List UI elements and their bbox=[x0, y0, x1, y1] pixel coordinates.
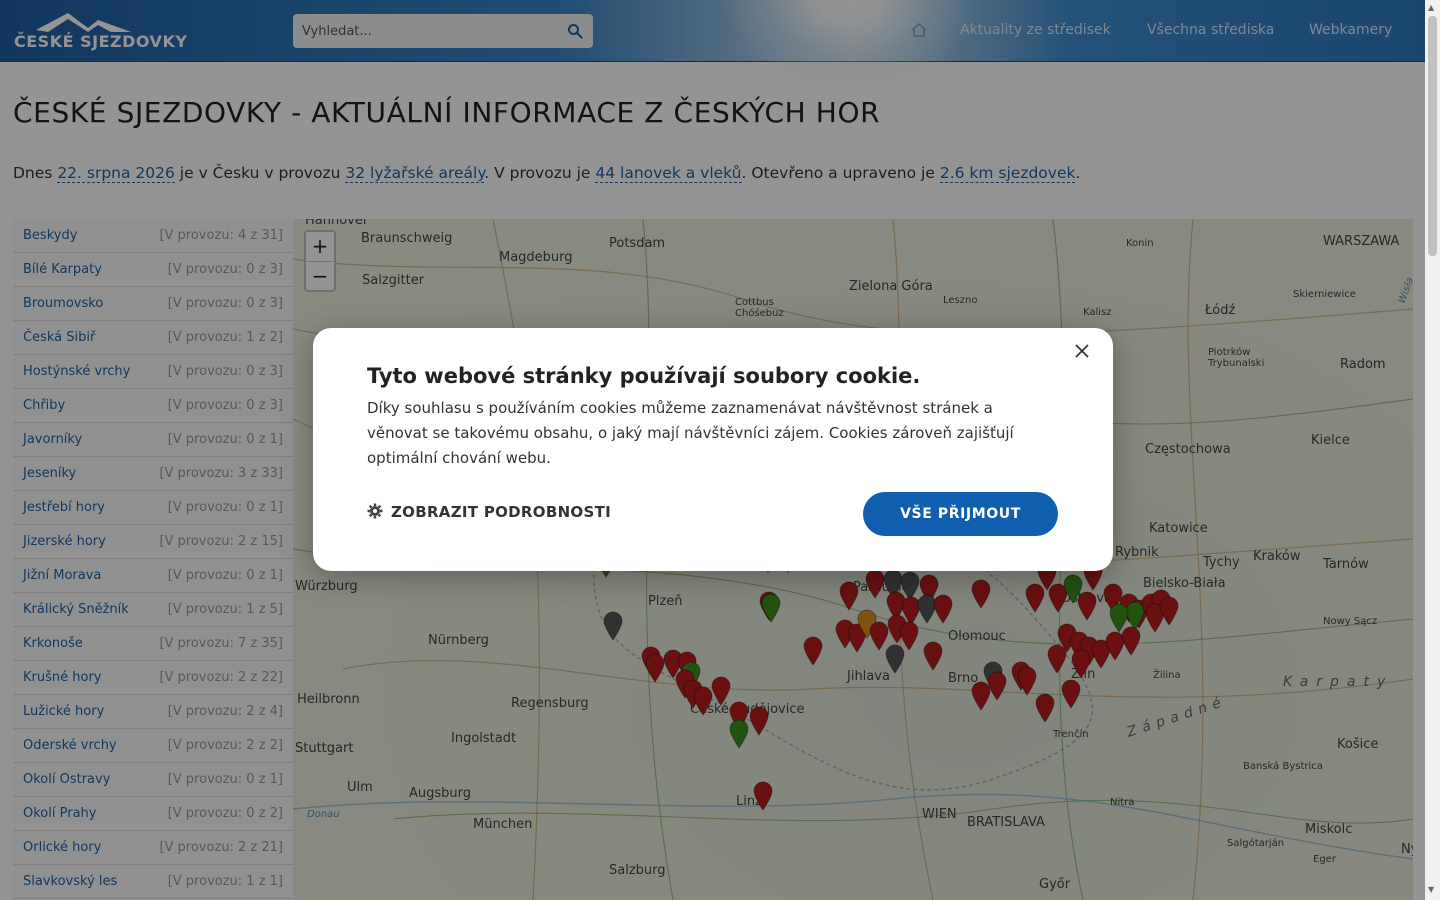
scroll-up-arrow-icon[interactable]: ▲ bbox=[1428, 3, 1434, 12]
cookie-text: Díky souhlasu s používáním cookies můžem… bbox=[367, 399, 1014, 467]
page-scrollbar[interactable]: ▲ ▼ bbox=[1425, 0, 1440, 900]
cookie-consent-dialog: Tyto webové stránky používají soubory co… bbox=[313, 328, 1113, 571]
close-icon[interactable] bbox=[1073, 342, 1091, 360]
scroll-down-arrow-icon[interactable]: ▼ bbox=[1428, 885, 1434, 894]
scroll-thumb[interactable] bbox=[1428, 16, 1437, 256]
show-details-button[interactable]: ZOBRAZIT PODROBNOSTI bbox=[367, 503, 611, 521]
cookie-title: Tyto webové stránky používají soubory co… bbox=[367, 364, 921, 388]
show-details-label: ZOBRAZIT PODROBNOSTI bbox=[391, 503, 611, 521]
gear-icon bbox=[367, 503, 383, 519]
accept-all-button[interactable]: VŠE PŘIJMOUT bbox=[863, 492, 1058, 536]
